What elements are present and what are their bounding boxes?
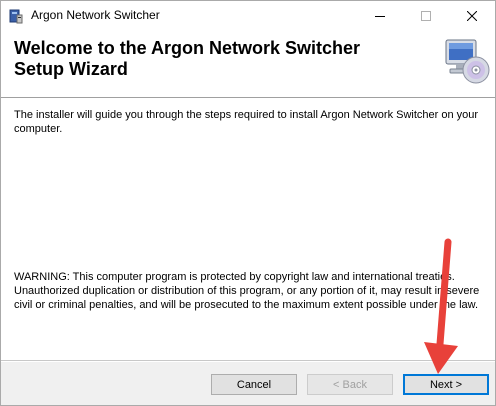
close-icon [467, 11, 477, 21]
setup-window: Argon Network Switcher Welcome to the Ar… [0, 0, 496, 406]
intro-text: The installer will guide you through the… [14, 109, 479, 135]
maximize-icon [421, 11, 431, 21]
back-button[interactable]: < Back [307, 374, 393, 395]
cancel-button[interactable]: Cancel [211, 374, 297, 395]
computer-cd-icon [445, 39, 490, 84]
next-button[interactable]: Next > [403, 374, 489, 395]
copyright-warning: WARNING: This computer program is protec… [14, 271, 480, 311]
installer-icon [9, 9, 23, 24]
window-title: Argon Network Switcher [31, 8, 160, 22]
wizard-content: The installer will guide you through the… [1, 98, 495, 360]
minimize-button[interactable] [357, 1, 403, 31]
footer-divider-highlight [1, 361, 495, 362]
minimize-icon [375, 16, 385, 17]
title-bar[interactable]: Argon Network Switcher [1, 1, 495, 31]
maximize-button[interactable] [403, 1, 449, 31]
page-title: Welcome to the Argon Network Switcher Se… [14, 38, 361, 79]
close-button[interactable] [449, 1, 495, 31]
wizard-header: Welcome to the Argon Network Switcher Se… [1, 31, 495, 98]
